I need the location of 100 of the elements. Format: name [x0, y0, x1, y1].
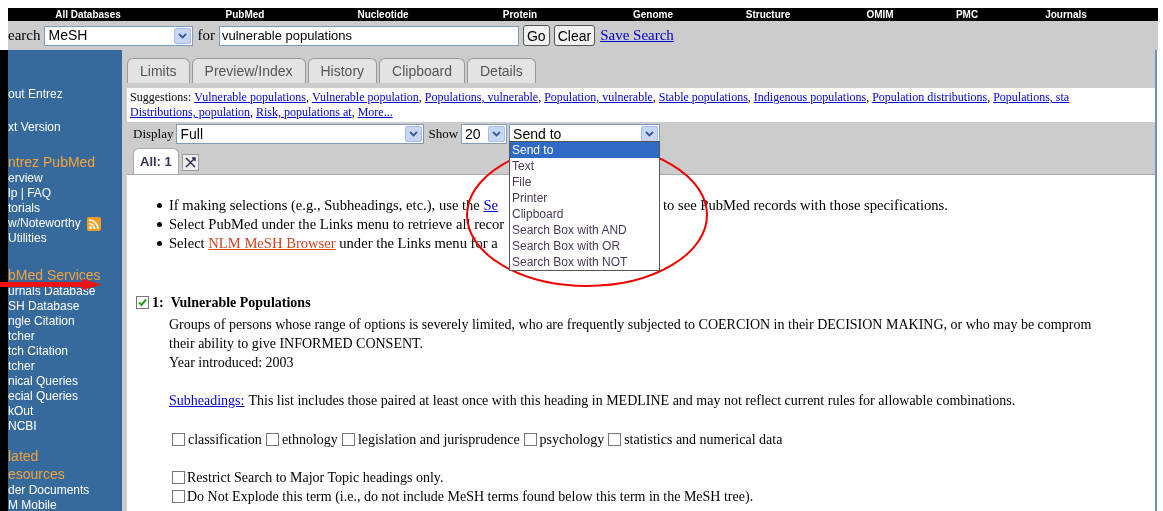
bullet-icon [157, 241, 162, 246]
sidebar-link[interactable]: SH Database [8, 299, 80, 314]
checkbox-label: ethnology [281, 431, 338, 449]
tab[interactable]: Details [467, 58, 536, 83]
sidebar-link[interactable]: NCBI [8, 419, 37, 434]
nav-link[interactable]: OMIM [826, 7, 934, 22]
menu-item[interactable]: Text [510, 158, 659, 174]
sidebar-link[interactable]: der Documents [8, 483, 90, 498]
sidebar-heading: ntrez PubMed [8, 153, 97, 171]
suggestion-link[interactable]: Vulnerable populations [194, 90, 306, 105]
sidebar-link[interactable]: tcher [8, 329, 35, 344]
results-tab[interactable]: All: 1 [133, 148, 179, 174]
checkbox-label: legislation and jurisprudence [357, 431, 520, 449]
search-label: earch [7, 26, 41, 46]
description-text: Groups of persons whose range of options is severely limited, who are frequently subjected to COERCION in their DECISION MAKING, or who may be comprom [169, 316, 1093, 334]
menu-item[interactable]: Clipboard [510, 206, 659, 222]
suggestion-link[interactable]: Distributions, population [130, 105, 250, 120]
menu-item[interactable]: Send to [510, 142, 659, 158]
sidebar-link[interactable]: kOut [8, 404, 34, 419]
nav-link[interactable]: Structure [710, 7, 826, 22]
nav-link[interactable]: Nucleotide [322, 7, 444, 22]
suggestion-link[interactable]: Populations, sta [993, 90, 1070, 105]
menu-item[interactable]: Search Box with AND [510, 222, 659, 238]
sidebar-link[interactable]: lp | FAQ [8, 186, 52, 201]
display-select[interactable]: Full [176, 124, 425, 144]
sidebar-link[interactable]: M Mobile [8, 498, 57, 511]
separator: , [418, 90, 422, 105]
description-text: Year introduced: 2003 [169, 354, 295, 372]
menu-item[interactable]: File [510, 174, 659, 190]
tab[interactable]: Preview/Index [191, 58, 306, 83]
search-button[interactable]: Go [522, 25, 550, 46]
nav-link[interactable]: All Databases [8, 7, 168, 22]
nav-link[interactable]: PMC [934, 7, 1000, 22]
tab[interactable]: History [307, 58, 378, 83]
checkbox[interactable] [136, 296, 149, 309]
database-select[interactable]: MeSH [44, 25, 194, 46]
sidebar-heading: lated [8, 447, 40, 465]
menu-item[interactable]: Search Box with OR [510, 238, 659, 254]
tab[interactable]: Clipboard [379, 58, 465, 83]
separator: , [250, 105, 253, 120]
suggestion-link[interactable]: Stable populations [658, 90, 748, 105]
show-select[interactable]: 20 [461, 124, 508, 144]
suggestion-link[interactable]: Vulnerable population [311, 90, 419, 105]
sidebar-link[interactable]: w/Noteworthy [8, 216, 81, 231]
separator: , [652, 90, 656, 105]
separator: , [538, 90, 542, 105]
separator: , [866, 90, 870, 105]
sidebar-link[interactable]: tch Citation [8, 344, 69, 359]
checkbox[interactable] [172, 433, 185, 446]
rss-feed-icon[interactable] [86, 216, 101, 231]
sidebar-link[interactable]: Utilities [8, 231, 47, 246]
checkbox[interactable] [608, 433, 622, 446]
link[interactable]: Se [483, 196, 499, 215]
checkbox[interactable] [523, 433, 537, 446]
tools-icon[interactable] [181, 154, 199, 171]
checkbox[interactable] [265, 433, 279, 446]
for-label: for [197, 26, 215, 46]
send-to-select[interactable]: Send to [509, 124, 661, 144]
save-search-link[interactable]: Save Search [600, 24, 674, 47]
display-label: Display [133, 125, 174, 144]
bullet-icon [157, 222, 162, 227]
nav-link[interactable]: Genome [596, 7, 710, 22]
subheadings-note: This list includes those paired at least once with this heading in MEDLINE and may not reflect current rules for allowable combinations. [248, 392, 1016, 410]
sidebar-link[interactable]: tcher [8, 359, 35, 374]
checkbox[interactable] [172, 471, 185, 484]
sidebar-link[interactable]: out Entrez [8, 87, 63, 101]
separator: , [747, 90, 751, 105]
nav-link[interactable]: Protein [444, 7, 596, 22]
show-label: Show [428, 125, 459, 144]
sidebar-link[interactable]: xt Version [8, 120, 61, 134]
subheadings-link[interactable]: Subheadings: [169, 391, 245, 410]
record-title[interactable]: Vulnerable Populations [170, 293, 311, 312]
separator: , [305, 90, 309, 105]
suggestion-link[interactable]: Population, vulnerable [544, 90, 653, 105]
bullet-icon [157, 203, 162, 208]
sidebar-link[interactable]: nical Queries [8, 374, 79, 389]
checkbox-label: statistics and numerical data [624, 431, 783, 449]
checkbox[interactable] [341, 433, 355, 446]
checkbox-label: Do Not Explode this term (i.e., do not include MeSH terms found below this term in the MeSH tree). [187, 488, 754, 506]
search-field[interactable]: vulnerable populations [218, 25, 519, 46]
sidebar-link[interactable]: ecial Queries [8, 389, 79, 404]
suggestion-link[interactable]: Risk, populations at [256, 105, 352, 120]
separator: , [351, 105, 355, 120]
nav-link[interactable]: Journals [1000, 7, 1132, 22]
suggestion-link[interactable]: More... [357, 105, 393, 120]
checkbox[interactable] [172, 490, 185, 503]
suggestions-label: Suggestions: [130, 90, 192, 105]
tab[interactable]: Limits [127, 58, 190, 83]
search-button[interactable]: Clear [553, 25, 596, 46]
nav-link[interactable]: PubMed [168, 7, 322, 22]
sidebar-heading: esources [8, 465, 66, 483]
menu-item[interactable]: Printer [510, 190, 659, 206]
menu-item[interactable]: Search Box with NOT [510, 254, 659, 270]
record-number: 1: [152, 294, 164, 312]
checkbox-label: psychology [539, 431, 605, 449]
link[interactable]: NLM MeSH Browser [208, 234, 336, 253]
description-text: their ability to give INFORMED CONSENT. [169, 335, 425, 353]
sidebar-link[interactable]: erview [8, 171, 43, 186]
sidebar-link[interactable]: torials [8, 201, 40, 216]
sidebar-link[interactable]: ngle Citation [8, 314, 75, 329]
